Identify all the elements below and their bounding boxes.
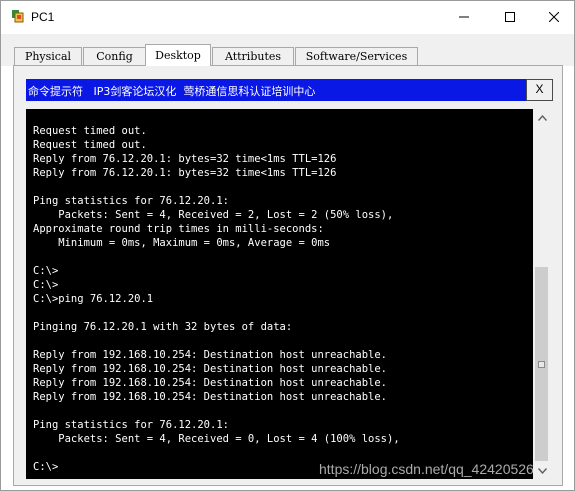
terminal-lines: Request timed out. Request timed out. Repl…	[33, 124, 400, 474]
terminal-line: Request timed out.	[33, 139, 147, 151]
tab-physical[interactable]: Physical	[14, 47, 82, 65]
scroll-up-button[interactable]	[533, 109, 551, 126]
tab-config[interactable]: Config	[83, 47, 146, 65]
terminal-line: Packets: Sent = 4, Received = 2, Lost = …	[33, 209, 394, 221]
terminal-line: Request timed out.	[33, 125, 147, 137]
tab-software-services[interactable]: Software/Services	[295, 47, 418, 65]
terminal-line: Reply from 76.12.20.1: bytes=32 time<1ms…	[33, 153, 337, 165]
terminal-line: C:\>ping 76.12.20.1	[33, 293, 154, 305]
terminal-output[interactable]: Request timed out. Request timed out. Repl…	[26, 109, 533, 479]
scroll-thumb[interactable]	[535, 267, 548, 461]
pc1-window: PC1 Physical Config Desktop Attributes S…	[0, 0, 575, 491]
packet-tracer-pc-icon	[10, 9, 26, 25]
window-close-button[interactable]	[531, 1, 575, 33]
command-prompt-caption-bar: 命令提示符 IP3剑客论坛汉化 莺桥通信思科认证培训中心	[26, 79, 552, 101]
window-title: PC1	[31, 10, 55, 24]
terminal-line: Reply from 76.12.20.1: bytes=32 time<1ms…	[33, 167, 337, 179]
terminal-line: Ping statistics for 76.12.20.1:	[33, 419, 229, 431]
terminal-line: C:\>	[33, 265, 59, 277]
tab-attributes[interactable]: Attributes	[212, 47, 294, 65]
maximize-button[interactable]	[487, 1, 533, 33]
scroll-grip	[538, 361, 545, 368]
title-bar[interactable]: PC1	[1, 1, 574, 34]
maximize-icon	[505, 12, 515, 22]
tab-strip: Physical Config Desktop Attributes Softw…	[1, 34, 574, 66]
command-prompt-caption: 命令提示符 IP3剑客论坛汉化 莺桥通信思科认证培训中心	[28, 85, 316, 98]
watermark-url: https://blog.csdn.net/qq_42420526	[319, 461, 534, 477]
terminal-line: C:\>	[33, 279, 59, 291]
terminal-line: Reply from 192.168.10.254: Destination h…	[33, 363, 388, 375]
terminal-line: Pinging 76.12.20.1 with 32 bytes of data…	[33, 321, 293, 333]
minimize-icon	[459, 16, 469, 18]
close-icon	[549, 12, 559, 22]
terminal-line: Minimum = 0ms, Maximum = 0ms, Average = …	[33, 237, 331, 249]
chevron-up-icon	[537, 114, 547, 121]
chevron-down-icon	[537, 467, 547, 474]
terminal-line: Approximate round trip times in milli-se…	[33, 223, 324, 235]
terminal-scrollbar[interactable]	[533, 109, 551, 479]
terminal-line: Reply from 192.168.10.254: Destination h…	[33, 377, 388, 389]
terminal-line: Ping statistics for 76.12.20.1:	[33, 195, 229, 207]
terminal-line: Reply from 192.168.10.254: Destination h…	[33, 391, 388, 403]
terminal-line: Reply from 192.168.10.254: Destination h…	[33, 349, 388, 361]
command-prompt-close-button[interactable]: X	[526, 79, 553, 101]
tab-desktop[interactable]: Desktop	[145, 44, 211, 66]
terminal-line: Packets: Sent = 4, Received = 0, Lost = …	[33, 433, 400, 445]
scroll-down-button[interactable]	[533, 462, 551, 479]
minimize-button[interactable]	[441, 1, 487, 33]
